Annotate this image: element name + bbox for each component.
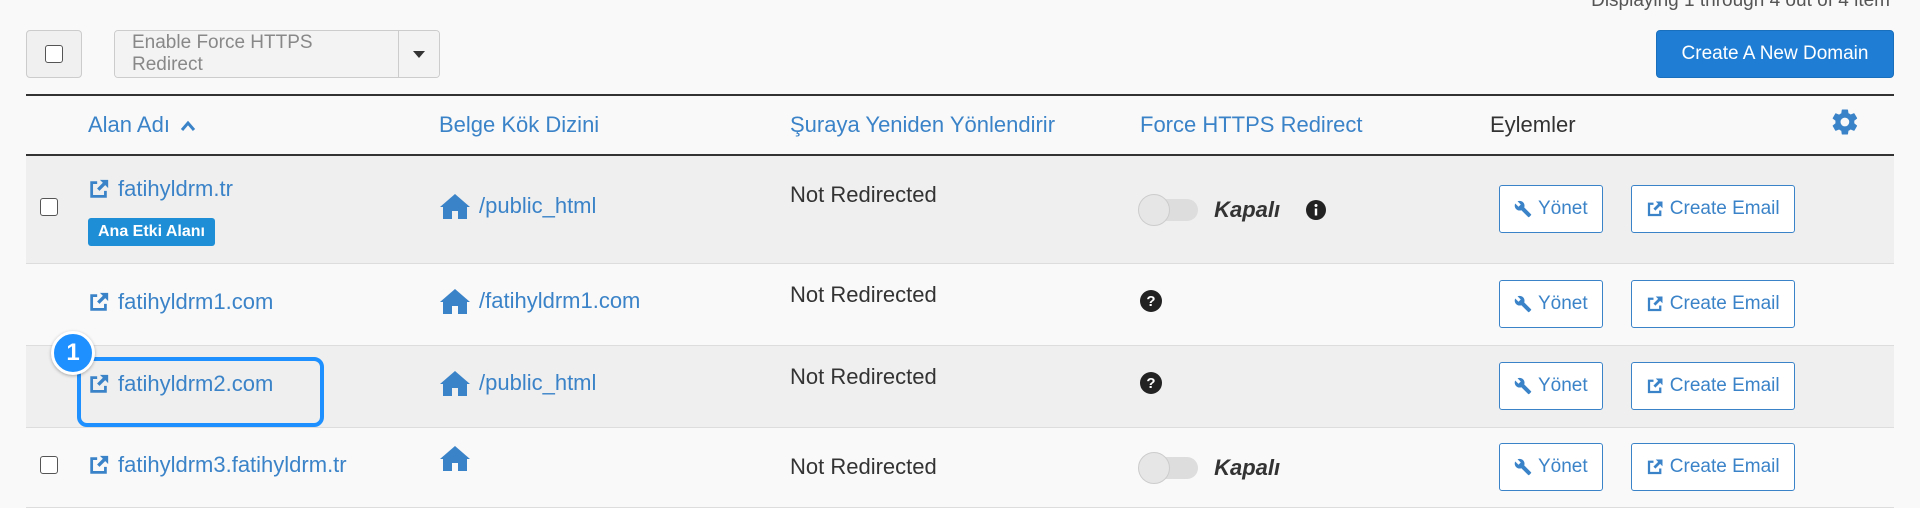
manage-label: Yönet — [1538, 456, 1588, 477]
docroot-link[interactable]: /public_html — [439, 369, 596, 397]
table-row: fatihyldrm.tr Ana Etki Alanı /public_htm… — [26, 155, 1894, 263]
home-icon — [440, 371, 470, 396]
highlight-number-badge: 1 — [51, 331, 95, 375]
docroot-link[interactable]: /fatihyldrm1.com — [439, 287, 640, 315]
manage-button[interactable]: Yönet — [1499, 443, 1603, 491]
external-link-icon — [90, 292, 109, 311]
table-header-row: Alan Adı Belge Kök Dizini Şuraya Yeniden… — [26, 95, 1894, 155]
domain-link[interactable]: fatihyldrm1.com — [88, 289, 273, 315]
create-email-button[interactable]: Create Email — [1630, 443, 1795, 491]
wrench-icon — [1514, 458, 1532, 476]
redirect-status: Not Redirected — [790, 363, 937, 389]
domain-name: fatihyldrm3.fatihyldrm.tr — [118, 452, 347, 477]
https-state-label: Kapalı — [1214, 454, 1281, 480]
table-row: fatihyldrm3.fatihyldrm.tr Not Redirected… — [26, 427, 1894, 507]
wrench-icon — [1514, 201, 1532, 218]
https-toggle[interactable] — [1138, 193, 1198, 226]
svg-text:?: ? — [1146, 375, 1155, 392]
external-link-icon — [1647, 378, 1663, 394]
question-icon[interactable]: ? — [1140, 290, 1162, 312]
external-link-icon — [1647, 459, 1663, 475]
highlight-box — [77, 357, 324, 427]
create-email-button[interactable]: Create Email — [1630, 280, 1795, 328]
create-domain-button[interactable]: Create A New Domain — [1656, 30, 1894, 78]
main-domain-badge: Ana Etki Alanı — [88, 218, 215, 247]
domain-name: fatihyldrm.tr — [118, 176, 233, 202]
col-docroot-header[interactable]: Belge Kök Dizini — [439, 95, 790, 155]
create-email-button[interactable]: Create Email — [1630, 185, 1795, 234]
redirect-status: Not Redirected — [790, 454, 937, 479]
home-icon — [440, 445, 470, 471]
col-domain-header[interactable]: Alan Adı — [88, 95, 439, 155]
manage-label: Yönet — [1538, 375, 1588, 396]
sort-asc-icon — [180, 120, 196, 131]
manage-label: Yönet — [1538, 293, 1588, 314]
docroot-link[interactable] — [439, 444, 479, 472]
select-all-checkbox[interactable] — [26, 30, 82, 78]
redirect-status: Not Redirected — [790, 182, 937, 207]
bulk-action-button[interactable]: Enable Force HTTPS Redirect — [115, 31, 399, 77]
pagination-info: Displaying 1 through 4 out of 4 item — [1591, 0, 1890, 11]
docroot-path: /fatihyldrm1.com — [479, 288, 641, 313]
toolbar: Enable Force HTTPS Redirect Create A New… — [26, 30, 1894, 78]
create-email-label: Create Email — [1669, 198, 1780, 220]
create-email-button[interactable]: Create Email — [1630, 362, 1795, 410]
checkbox-icon — [45, 45, 63, 63]
external-link-icon — [90, 455, 109, 474]
col-domain-label: Alan Adı — [88, 112, 170, 137]
create-email-label: Create Email — [1669, 293, 1780, 314]
domain-link[interactable]: fatihyldrm.tr — [88, 176, 233, 202]
table-row: fatihyldrm1.com /fatihyldrm1.com Not Red… — [26, 263, 1894, 345]
external-link-icon — [1647, 296, 1663, 312]
toggle-knob — [1138, 193, 1170, 226]
domains-table: Alan Adı Belge Kök Dizini Şuraya Yeniden… — [26, 94, 1894, 508]
bulk-action-dropdown: Enable Force HTTPS Redirect — [114, 30, 440, 78]
home-icon — [440, 289, 470, 314]
redirect-status: Not Redirected — [790, 281, 937, 307]
wrench-icon — [1514, 295, 1532, 313]
row-checkbox[interactable] — [40, 456, 58, 474]
caret-down-icon — [413, 50, 425, 58]
info-icon[interactable] — [1306, 199, 1327, 220]
bulk-action-toggle[interactable] — [399, 31, 439, 77]
manage-label: Yönet — [1538, 198, 1588, 220]
manage-button[interactable]: Yönet — [1499, 280, 1603, 328]
col-redirect-header[interactable]: Şuraya Yeniden Yönlendirir — [790, 95, 1140, 155]
external-link-icon — [90, 180, 109, 198]
https-state-label: Kapalı — [1214, 196, 1281, 222]
create-email-label: Create Email — [1669, 456, 1780, 477]
question-icon[interactable]: ? — [1140, 372, 1162, 394]
col-https-header[interactable]: Force HTTPS Redirect — [1140, 95, 1490, 155]
https-toggle[interactable] — [1138, 451, 1198, 484]
toggle-knob — [1138, 451, 1170, 484]
row-checkbox[interactable] — [40, 198, 58, 217]
domain-name: fatihyldrm1.com — [118, 289, 274, 314]
settings-cell — [1830, 95, 1894, 155]
col-actions-header: Eylemler — [1490, 112, 1576, 137]
external-link-icon — [1647, 201, 1663, 217]
manage-button[interactable]: Yönet — [1499, 362, 1603, 410]
docroot-path: /public_html — [479, 193, 597, 219]
manage-button[interactable]: Yönet — [1499, 185, 1603, 234]
docroot-link[interactable]: /public_html — [439, 192, 596, 220]
svg-text:?: ? — [1146, 293, 1155, 310]
create-email-label: Create Email — [1669, 375, 1780, 396]
domain-link[interactable]: fatihyldrm3.fatihyldrm.tr — [88, 452, 347, 478]
home-icon — [440, 194, 470, 220]
wrench-icon — [1514, 377, 1532, 395]
docroot-path: /public_html — [479, 370, 597, 395]
gear-icon[interactable] — [1830, 107, 1860, 137]
